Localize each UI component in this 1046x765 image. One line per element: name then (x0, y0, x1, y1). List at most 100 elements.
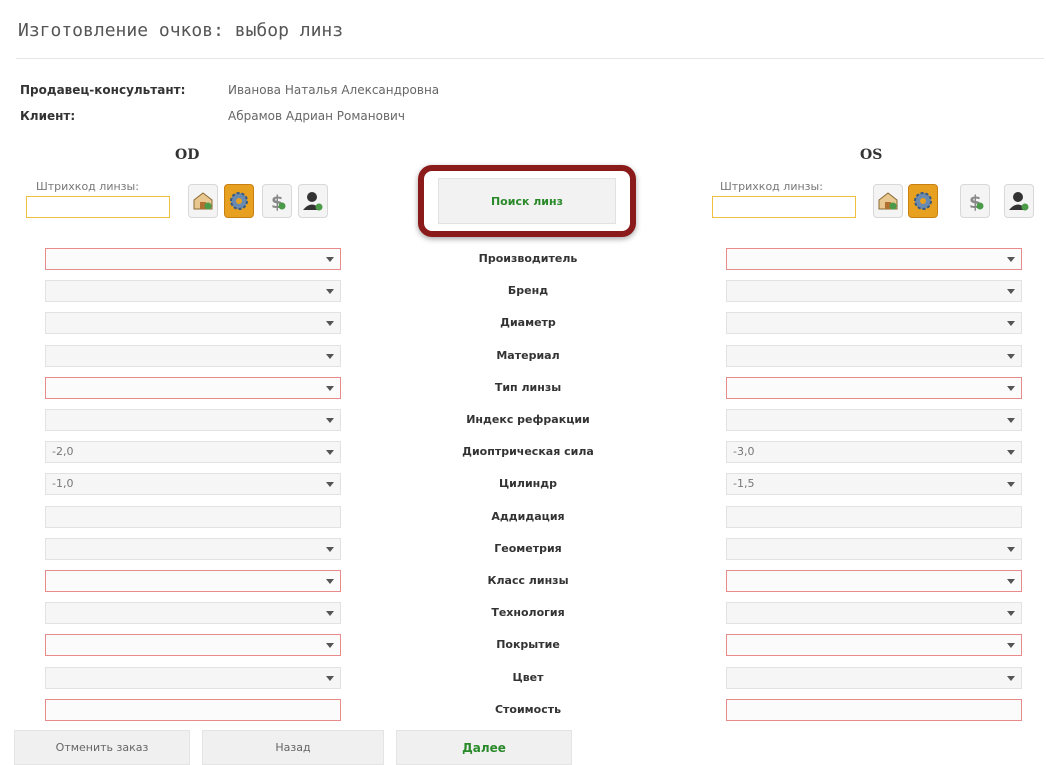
os-person-button[interactable] (1004, 184, 1034, 218)
chevron-down-icon (1007, 643, 1015, 648)
warehouse-icon (193, 192, 213, 210)
price-icon: $ (271, 192, 286, 213)
row-label: Покрытие (496, 638, 560, 651)
chevron-down-icon (1007, 418, 1015, 423)
od-select-row[interactable] (45, 699, 341, 721)
row-label: Цвет (512, 671, 544, 684)
os-price-button[interactable]: $ (960, 184, 990, 218)
os-title: OS (860, 147, 883, 163)
chevron-down-icon (326, 354, 334, 359)
os-select-value: -3,0 (733, 445, 755, 458)
chevron-down-icon (326, 643, 334, 648)
od-select-value: -1,0 (52, 477, 74, 490)
chevron-down-icon (326, 418, 334, 423)
chevron-down-icon (326, 257, 334, 262)
os-select-row[interactable] (726, 312, 1022, 334)
chevron-down-icon (326, 611, 334, 616)
od-select-row[interactable] (45, 409, 341, 431)
os-select-row[interactable] (726, 506, 1022, 528)
chevron-down-icon (326, 579, 334, 584)
chevron-down-icon (326, 482, 334, 487)
chevron-down-icon (1007, 257, 1015, 262)
os-select-row[interactable] (726, 280, 1022, 302)
od-select-row[interactable] (45, 634, 341, 656)
od-settings-button[interactable] (224, 184, 254, 218)
os-select-row[interactable] (726, 667, 1022, 689)
od-barcode-input[interactable] (26, 196, 170, 218)
os-select-row[interactable] (726, 634, 1022, 656)
row-label: Индекс рефракции (466, 413, 590, 426)
row-label: Аддидация (491, 510, 565, 523)
os-select-row[interactable] (726, 699, 1022, 721)
os-select-row[interactable] (726, 570, 1022, 592)
od-warehouse-button[interactable] (188, 184, 218, 218)
search-lenses-button[interactable]: Поиск линз (438, 178, 616, 224)
row-label: Диоптрическая сила (462, 445, 594, 458)
chevron-down-icon (1007, 289, 1015, 294)
os-select-row[interactable] (726, 377, 1022, 399)
os-select-row[interactable]: -3,0 (726, 441, 1022, 463)
os-select-row[interactable] (726, 602, 1022, 624)
chevron-down-icon (326, 450, 334, 455)
title-divider (16, 58, 1044, 59)
chevron-down-icon (326, 386, 334, 391)
chevron-down-icon (1007, 354, 1015, 359)
os-select-row[interactable] (726, 538, 1022, 560)
chevron-down-icon (1007, 386, 1015, 391)
cancel-order-button[interactable]: Отменить заказ (14, 730, 190, 765)
os-select-row[interactable] (726, 409, 1022, 431)
gear-icon (914, 192, 932, 210)
od-select-row[interactable] (45, 570, 341, 592)
row-label: Производитель (478, 252, 578, 265)
od-select-row[interactable] (45, 345, 341, 367)
row-label: Класс линзы (487, 574, 569, 587)
seller-value: Иванова Наталья Александровна (228, 83, 440, 97)
chevron-down-icon (326, 676, 334, 681)
os-barcode-label: Штрихкод линзы: (720, 180, 823, 193)
client-label: Клиент: (20, 109, 76, 123)
od-select-row[interactable] (45, 667, 341, 689)
client-row: Клиент: Абрамов Адриан Романович (20, 109, 405, 123)
chevron-down-icon (1007, 547, 1015, 552)
chevron-down-icon (1007, 321, 1015, 326)
od-title: OD (175, 147, 200, 163)
od-select-row[interactable]: -2,0 (45, 441, 341, 463)
row-label: Стоимость (494, 703, 562, 716)
od-select-row[interactable]: -1,0 (45, 473, 341, 495)
od-select-row[interactable] (45, 506, 341, 528)
person-icon (303, 192, 323, 211)
back-button[interactable]: Назад (202, 730, 384, 765)
os-select-row[interactable] (726, 248, 1022, 270)
search-highlight: Поиск линз (418, 165, 636, 237)
row-label: Бренд (507, 284, 549, 297)
row-label: Технология (491, 606, 565, 619)
chevron-down-icon (1007, 482, 1015, 487)
chevron-down-icon (326, 547, 334, 552)
svg-text:$: $ (271, 192, 284, 213)
od-price-button[interactable]: $ (262, 184, 292, 218)
od-select-row[interactable] (45, 312, 341, 334)
row-label: Материал (496, 349, 560, 362)
seller-label: Продавец-консультант: (20, 83, 186, 97)
os-barcode-input[interactable] (712, 196, 856, 218)
os-select-row[interactable] (726, 345, 1022, 367)
person-icon (1009, 192, 1029, 211)
od-select-row[interactable] (45, 280, 341, 302)
od-select-row[interactable] (45, 538, 341, 560)
od-select-row[interactable] (45, 248, 341, 270)
seller-row: Продавец-консультант: Иванова Наталья Але… (20, 83, 439, 97)
row-label: Геометрия (494, 542, 562, 555)
od-person-button[interactable] (298, 184, 328, 218)
chevron-down-icon (1007, 450, 1015, 455)
chevron-down-icon (326, 321, 334, 326)
od-select-row[interactable] (45, 602, 341, 624)
od-select-value: -2,0 (52, 445, 74, 458)
row-label: Цилиндр (498, 477, 558, 490)
os-settings-button[interactable] (908, 184, 938, 218)
od-select-row[interactable] (45, 377, 341, 399)
price-icon: $ (969, 192, 984, 213)
os-select-row[interactable]: -1,5 (726, 473, 1022, 495)
os-warehouse-button[interactable] (873, 184, 903, 218)
next-button[interactable]: Далее (396, 730, 572, 765)
chevron-down-icon (1007, 676, 1015, 681)
